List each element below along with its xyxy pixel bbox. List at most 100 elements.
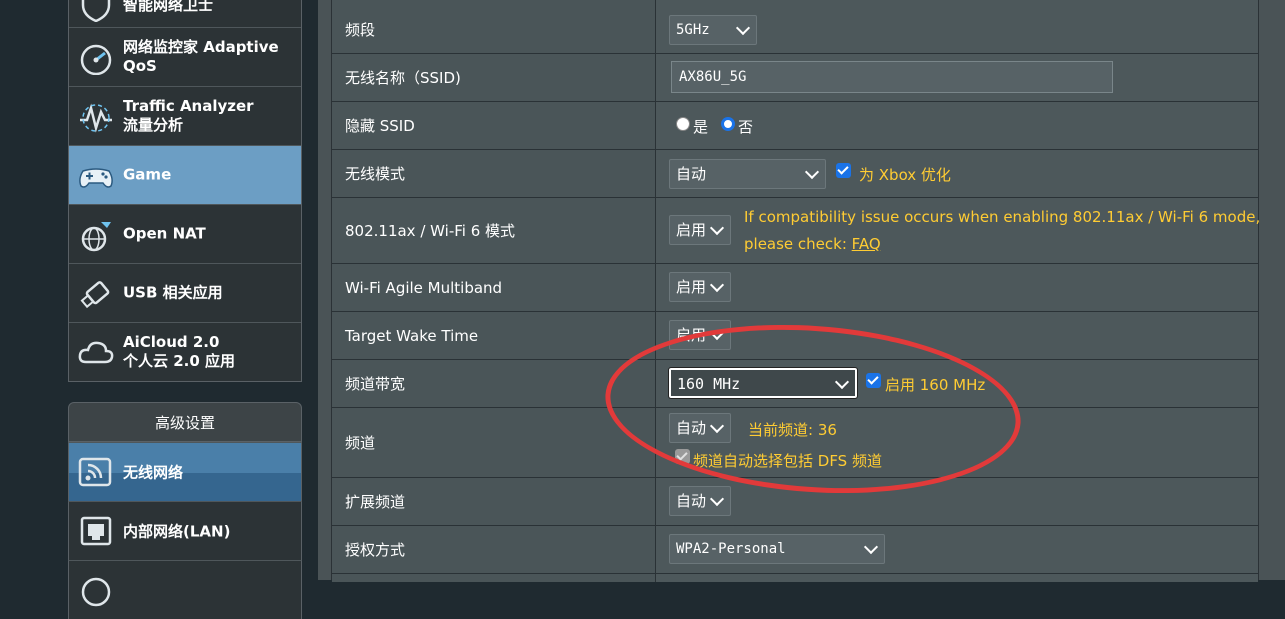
hide-ssid-no-radio[interactable] — [721, 117, 735, 131]
sidebar-item-label-line2: QoS — [123, 57, 157, 75]
ax-mode-row: 802.11ax / Wi-Fi 6 模式 启用 If compatibilit… — [332, 198, 1261, 264]
xbox-optimize-checkbox[interactable] — [836, 163, 851, 178]
channel-select-value: 自动 — [676, 419, 707, 437]
sidebar-item-label-line2: 个人云 2.0 应用 — [123, 352, 236, 370]
sidebar: 智能网络卫士 网络监控家 Adaptive QoS Traffic Analyz… — [68, 0, 302, 619]
band-select[interactable]: 5GHz — [669, 15, 757, 45]
hide-ssid-row: 隐藏 SSID 是 否 — [332, 102, 1258, 150]
sidebar-item-label: Game — [123, 165, 172, 184]
ext-channel-select-value: 自动 — [676, 492, 707, 510]
speedometer-icon — [77, 41, 115, 76]
wireless-mode-select[interactable]: 自动 — [669, 159, 826, 189]
ax-compat-note-prefix: please check: — [744, 235, 852, 253]
band-row: 频段 5GHz — [332, 0, 1258, 54]
sidebar-item-label-line2: 流量分析 — [123, 116, 184, 134]
sidebar-item-aicloud[interactable]: AiCloud 2.0 个人云 2.0 应用 — [69, 322, 301, 381]
ssid-input[interactable]: AX86U_5G — [671, 61, 1113, 93]
auth-method-row: 授权方式 WPA2-Personal — [332, 526, 1258, 574]
enable-160-label: 启用 160 MHz — [885, 376, 986, 394]
agile-multiband-label: Wi-Fi Agile Multiband — [332, 264, 656, 311]
channel-row: 频道 自动 当前频道: 36 频道自动选择包括 DFS 频道 — [332, 408, 1258, 478]
ax-mode-select[interactable]: 启用 — [669, 215, 731, 245]
sidebar-item-label: 无线网络 — [123, 463, 184, 482]
band-label: 频段 — [332, 0, 656, 53]
ax-compat-note-line2: please check: FAQ — [744, 235, 881, 253]
twt-select-value: 启用 — [676, 326, 707, 344]
sidebar-item-adaptive-qos[interactable]: 网络监控家 Adaptive QoS — [69, 27, 301, 86]
wireless-mode-select-value: 自动 — [676, 165, 707, 183]
hide-ssid-no-label: 否 — [738, 118, 754, 136]
chevron-down-icon — [735, 20, 751, 36]
sidebar-general-menu: 智能网络卫士 网络监控家 Adaptive QoS Traffic Analyz… — [68, 0, 302, 382]
current-channel-text: 当前频道: 36 — [748, 421, 837, 439]
sidebar-item-game[interactable]: Game — [69, 145, 301, 204]
band-select-value: 5GHz — [676, 22, 710, 38]
auth-method-select-value: WPA2-Personal — [676, 541, 786, 557]
dfs-label: 频道自动选择包括 DFS 频道 — [693, 452, 882, 470]
ssid-label: 无线名称（SSID) — [332, 54, 656, 101]
sidebar-item-usb[interactable]: USB 相关应用 — [69, 263, 301, 322]
wireless-mode-row: 无线模式 自动 为 Xbox 优化 — [332, 150, 1258, 198]
auth-method-label: 授权方式 — [332, 526, 656, 573]
chevron-down-icon — [709, 418, 725, 434]
sidebar-item-label: 内部网络(LAN) — [123, 522, 231, 541]
sidebar-item-lan[interactable]: 内部网络(LAN) — [68, 501, 302, 560]
gamepad-icon — [77, 159, 115, 193]
wireless-mode-label: 无线模式 — [332, 150, 656, 197]
agile-multiband-row: Wi-Fi Agile Multiband 启用 — [332, 264, 1258, 312]
chevron-down-icon — [834, 374, 850, 390]
hide-ssid-yes-label: 是 — [693, 118, 709, 136]
bandwidth-label: 频道带宽 — [332, 360, 656, 407]
chevron-down-icon — [709, 325, 725, 341]
ax-compat-note-line1: If compatibility issue occurs when enabl… — [744, 208, 1261, 226]
advanced-settings-header: 高级设置 — [68, 402, 302, 442]
chevron-down-icon — [709, 277, 725, 293]
chevron-down-icon — [709, 491, 725, 507]
next-row-partial — [332, 574, 1258, 582]
hide-ssid-yes-radio[interactable] — [676, 117, 690, 131]
auth-method-select[interactable]: WPA2-Personal — [669, 534, 885, 564]
sidebar-item-traffic-analyzer[interactable]: Traffic Analyzer 流量分析 — [69, 86, 301, 145]
ssid-row: 无线名称（SSID) AX86U_5G — [332, 54, 1258, 102]
xbox-optimize-label: 为 Xbox 优化 — [859, 166, 951, 184]
faq-link[interactable]: FAQ — [852, 235, 881, 253]
sidebar-item-wan[interactable] — [68, 560, 302, 619]
bandwidth-row: 频道带宽 160 MHz 启用 160 MHz — [332, 360, 1258, 408]
sidebar-advanced-settings: 高级设置 无线网络 内部网络(LAN) — [68, 402, 302, 619]
ax-mode-label: 802.11ax / Wi-Fi 6 模式 — [332, 198, 656, 263]
sidebar-item-open-nat[interactable]: Open NAT — [69, 204, 301, 263]
sidebar-item-label-line1: 网络监控家 Adaptive — [123, 38, 279, 56]
sidebar-item-label: 智能网络卫士 — [123, 0, 214, 14]
twt-row: Target Wake Time 启用 — [332, 312, 1258, 360]
cloud-icon — [77, 336, 115, 370]
ext-channel-row: 扩展频道 自动 — [332, 478, 1258, 526]
agile-multiband-select-value: 启用 — [676, 278, 707, 296]
channel-label: 频道 — [332, 408, 656, 477]
bandwidth-select[interactable]: 160 MHz — [668, 367, 858, 399]
wireless-icon — [77, 455, 115, 489]
sidebar-item-aiprotection[interactable]: 智能网络卫士 — [69, 0, 301, 27]
ax-mode-select-value: 启用 — [676, 221, 707, 239]
chevron-down-icon — [709, 220, 725, 236]
sidebar-item-label: USB 相关应用 — [123, 283, 223, 302]
wireless-settings-table: 频段 5GHz 无线名称（SSID) AX86U_5G 隐藏 SSID 是 否 … — [331, 0, 1261, 582]
twt-label: Target Wake Time — [332, 312, 656, 359]
sidebar-item-label-line1: AiCloud 2.0 — [123, 333, 220, 351]
sidebar-item-label-line1: Traffic Analyzer — [123, 97, 254, 115]
channel-select[interactable]: 自动 — [669, 413, 731, 443]
agile-multiband-select[interactable]: 启用 — [669, 272, 731, 302]
sidebar-item-wireless[interactable]: 无线网络 — [68, 442, 302, 501]
enable-160-checkbox[interactable] — [866, 373, 881, 388]
chevron-down-icon — [804, 164, 820, 180]
usb-icon — [77, 277, 115, 311]
sidebar-item-label: Open NAT — [123, 224, 206, 243]
ext-channel-label: 扩展频道 — [332, 478, 656, 525]
hide-ssid-label: 隐藏 SSID — [332, 102, 656, 149]
bandwidth-select-value: 160 MHz — [677, 375, 741, 393]
lan-icon — [77, 514, 115, 548]
twt-select[interactable]: 启用 — [669, 320, 731, 350]
chevron-down-icon — [863, 539, 879, 555]
globe-icon — [77, 573, 115, 607]
dfs-checkbox[interactable] — [675, 449, 690, 464]
ext-channel-select[interactable]: 自动 — [669, 486, 731, 516]
